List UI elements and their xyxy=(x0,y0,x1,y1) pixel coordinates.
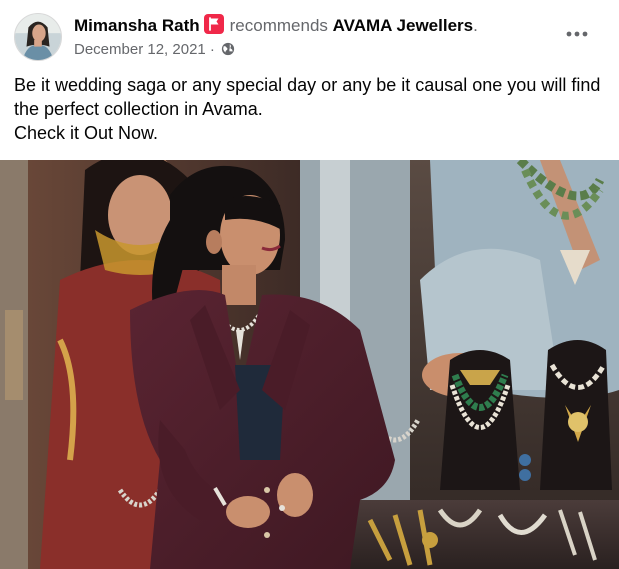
post-message-line-1: Be it wedding saga or any special day or… xyxy=(14,75,601,119)
globe-icon[interactable] xyxy=(221,42,235,56)
more-options-icon xyxy=(566,31,588,37)
jewellery-showroom-photo xyxy=(0,160,619,569)
post-meta: December 12, 2021 · xyxy=(74,40,235,60)
post-title-line: Mimansha Rath recommends AVAMA Jewellers. xyxy=(74,14,478,37)
post-message: Be it wedding saga or any special day or… xyxy=(14,73,605,145)
title-period: . xyxy=(473,16,478,35)
post-timestamp[interactable]: December 12, 2021 xyxy=(74,41,206,58)
author-name[interactable]: Mimansha Rath xyxy=(74,16,200,35)
feed-post: Mimansha Rath recommends AVAMA Jewellers.… xyxy=(0,0,619,569)
recommends-label: recommends xyxy=(229,16,328,35)
more-options-button[interactable] xyxy=(559,22,595,46)
meta-separator: · xyxy=(209,41,215,58)
post-header: Mimansha Rath recommends AVAMA Jewellers.… xyxy=(14,10,605,64)
page-name-link[interactable]: AVAMA Jewellers xyxy=(333,16,473,35)
recommendation-flag-icon xyxy=(203,14,224,34)
post-message-line-2: Check it Out Now. xyxy=(14,123,159,143)
avatar-photo xyxy=(15,14,61,60)
post-photo[interactable] xyxy=(0,160,619,569)
avatar[interactable] xyxy=(14,13,62,61)
